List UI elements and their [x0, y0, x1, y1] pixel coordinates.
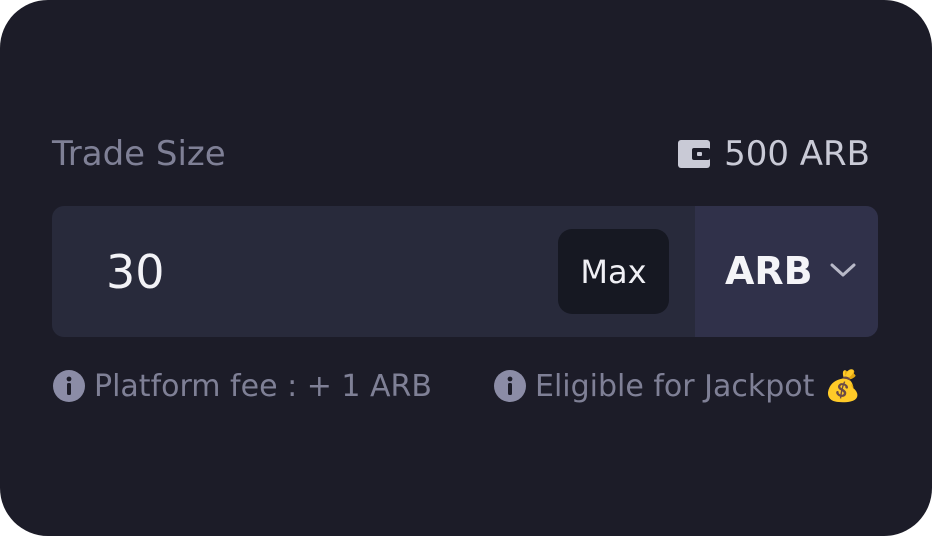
trade-size-label: Trade Size	[52, 134, 226, 174]
info-icon[interactable]	[52, 369, 86, 403]
wallet-icon	[678, 140, 711, 168]
wallet-balance-value: 500 ARB	[724, 134, 870, 174]
jackpot-eligibility-info: Eligible for Jackpot 💰	[493, 366, 861, 406]
token-selector[interactable]: ARB	[695, 206, 878, 337]
platform-fee-info: Platform fee : + 1 ARB	[52, 366, 432, 406]
trade-size-input[interactable]	[106, 206, 526, 337]
trade-size-card: Trade Size 500 ARB Max ARB Platform fee …	[0, 0, 932, 536]
jackpot-eligibility-text: Eligible for Jackpot 💰	[535, 368, 862, 404]
platform-fee-text: Platform fee : + 1 ARB	[94, 368, 432, 404]
trade-size-input-row: Max ARB	[52, 206, 878, 337]
max-button[interactable]: Max	[558, 229, 669, 314]
token-symbol: ARB	[725, 249, 813, 293]
wallet-balance: 500 ARB	[676, 132, 870, 176]
info-icon[interactable]	[493, 369, 527, 403]
chevron-down-icon	[830, 263, 856, 277]
